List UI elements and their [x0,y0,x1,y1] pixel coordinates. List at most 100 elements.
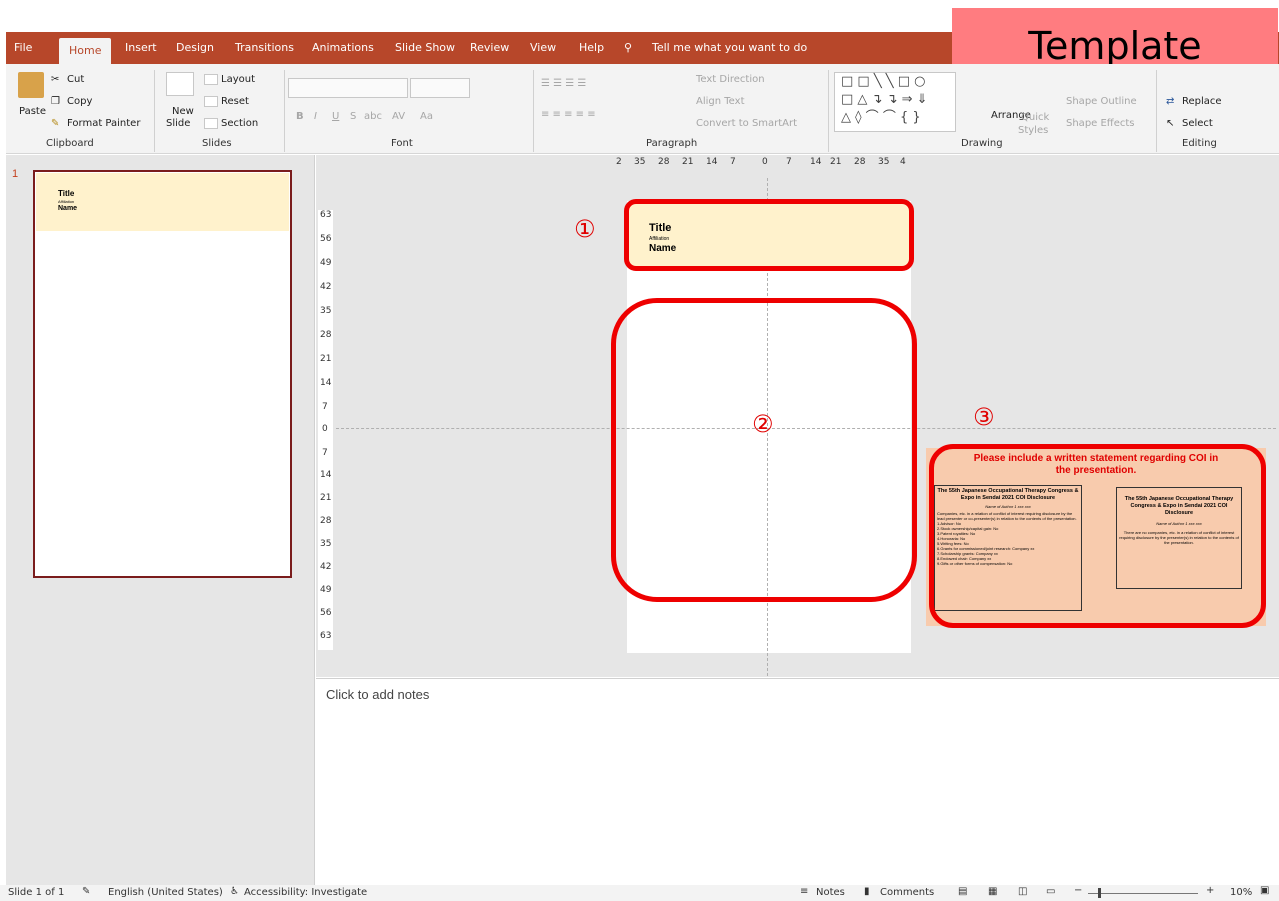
spelling-icon[interactable]: ✎ [82,886,90,897]
new-slide-button[interactable]: New [172,106,194,117]
tab-view[interactable]: View [530,32,556,64]
reset-button[interactable]: Reset [221,96,249,107]
format-painter-button[interactable]: Format Painter [67,118,140,129]
zoom-out-button[interactable]: − [1074,885,1082,896]
ruler-tick: 21 [682,157,694,167]
zoom-slider-track[interactable] [1088,893,1198,894]
tell-me-search[interactable]: Tell me what you want to do [652,32,807,64]
language-button[interactable]: English (United States) [108,887,223,898]
ribbon-separator [533,70,534,152]
tab-design[interactable]: Design [176,32,214,64]
shape-effects-button[interactable]: Shape Effects [1066,118,1134,129]
font-name-box[interactable] [288,78,408,98]
slide-number: 1 [12,168,19,180]
ruler-tick: 21 [320,493,332,503]
tab-insert[interactable]: Insert [125,32,157,64]
tab-help[interactable]: Help [579,32,604,64]
ribbon-separator [154,70,155,152]
layout-button[interactable]: Layout [221,74,255,85]
ruler-tick: 7 [322,448,328,458]
notes-placeholder[interactable]: Click to add notes [326,687,429,702]
ribbon-home: Paste ✂ Cut ❐ Copy ✎ Format Painter Clip… [6,64,1279,154]
select-icon: ↖ [1166,118,1175,129]
align-text-button[interactable]: Align Text [696,96,745,107]
tab-review[interactable]: Review [470,32,509,64]
zoom-level[interactable]: 10% [1230,887,1252,898]
accessibility-icon[interactable]: ♿ [230,886,239,897]
bullets-icon[interactable]: ☰ ☰ ☰ ☰ [541,78,586,89]
select-button[interactable]: Select [1182,118,1213,129]
cut-icon: ✂ [51,74,60,85]
thumbnail-header: Title Affiliation Name [36,173,289,231]
character-spacing-button[interactable]: AV [392,111,405,122]
ruler-tick: 49 [320,258,332,268]
fit-to-window-icon[interactable]: ▣ [1260,885,1269,896]
underline-button[interactable]: U [332,111,339,122]
section-icon [204,118,218,129]
thumbnail-name: Name [58,205,78,212]
tab-home[interactable]: Home [59,38,112,64]
italic-button[interactable]: I [314,111,317,122]
tab-file[interactable]: File [14,32,32,64]
paste-icon [18,72,44,98]
thumbnail-title: Title [58,189,75,198]
strikethrough-button[interactable]: abc [364,111,382,122]
ruler-tick: 14 [706,157,718,167]
ruler-tick: 49 [320,585,332,595]
slide-thumbnail[interactable]: Title Affiliation Name [33,170,292,578]
horizontal-ruler: 2 35 28 21 14 7 0 7 14 21 28 35 4 [616,157,916,171]
cut-button[interactable]: Cut [67,74,84,85]
marker-3: ③ [973,403,995,431]
accessibility-button[interactable]: Accessibility: Investigate [244,887,367,898]
alignment-icons[interactable]: ≡ ≡ ≡ ≡ ≡ [541,109,596,120]
group-label-clipboard: Clipboard [46,138,94,149]
font-size-box[interactable] [410,78,470,98]
status-bar: Slide 1 of 1 ✎ English (United States) ♿… [0,885,1279,901]
comments-button[interactable]: Comments [880,887,934,898]
ruler-tick: 35 [878,157,890,167]
slideshow-icon[interactable]: ▭ [1046,886,1055,897]
vertical-ruler: 63 56 49 42 35 28 21 14 7 0 7 14 21 28 3… [318,210,333,650]
ruler-tick: 2 [616,157,622,167]
marker-2: ② [752,410,774,438]
slide-sorter-icon[interactable]: ▦ [988,886,997,897]
tab-transitions[interactable]: Transitions [235,32,294,64]
ruler-tick: 28 [320,516,332,526]
zoom-slider-thumb[interactable] [1098,888,1101,898]
shadow-button[interactable]: S [350,111,356,122]
ruler-tick: 0 [322,424,328,434]
replace-button[interactable]: Replace [1182,96,1222,107]
tab-slide-show[interactable]: Slide Show [395,32,455,64]
format-painter-icon: ✎ [51,118,60,129]
quick-styles-button[interactable]: Quick [1021,112,1049,123]
ruler-tick: 7 [786,157,792,167]
text-direction-button[interactable]: Text Direction [696,74,765,85]
group-label-font: Font [391,138,413,149]
ruler-tick: 63 [320,210,332,220]
new-slide-button-line2[interactable]: Slide [166,118,190,129]
ruler-tick: 14 [320,378,332,388]
group-label-slides: Slides [202,138,232,149]
notes-pane[interactable]: Click to add notes [316,678,1279,885]
paste-button[interactable]: Paste [19,106,46,117]
shapes-gallery[interactable]: □ □ ╲ ╲ □ ○ □ △ ↴ ↴ ⇒ ⇓ △ ◊ ⌒ ⌒ { } [834,72,956,132]
copy-button[interactable]: Copy [67,96,92,107]
ruler-tick: 28 [320,330,332,340]
change-case-button[interactable]: Aa [420,111,433,122]
bold-button[interactable]: B [296,111,304,122]
notes-button[interactable]: Notes [816,887,845,898]
reading-view-icon[interactable]: ◫ [1018,886,1027,897]
zoom-in-button[interactable]: + [1206,885,1214,896]
quick-styles-button-line2[interactable]: Styles [1018,125,1048,136]
shape-outline-button[interactable]: Shape Outline [1066,96,1137,107]
annotation-frame-3 [929,444,1266,628]
normal-view-icon[interactable]: ▤ [958,886,967,897]
ruler-tick: 28 [854,157,866,167]
section-button[interactable]: Section [221,118,258,129]
lightbulb-icon: ⚲ [624,41,633,54]
tab-animations[interactable]: Animations [312,32,374,64]
convert-smartart-button[interactable]: Convert to SmartArt [696,118,797,129]
ruler-tick: 14 [320,470,332,480]
thumbnail-affiliation: Affiliation [58,199,75,204]
group-label-paragraph: Paragraph [646,138,698,149]
